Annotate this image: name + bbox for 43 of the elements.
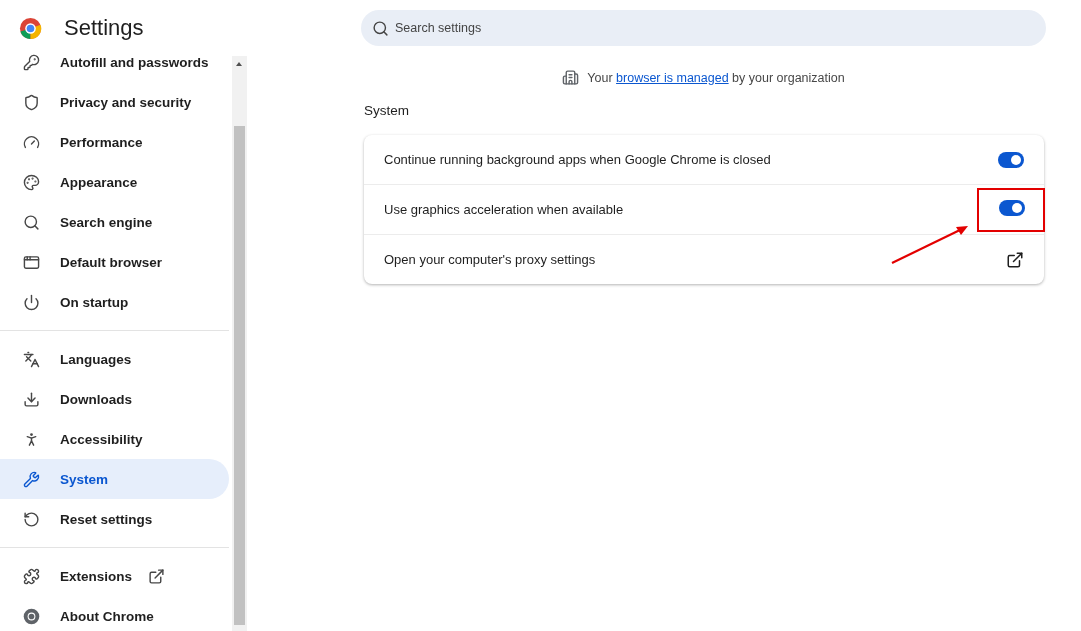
sidebar-item[interactable]: About Chrome bbox=[0, 596, 229, 631]
sidebar-item[interactable]: Appearance bbox=[0, 162, 229, 202]
gauge-icon bbox=[23, 133, 40, 151]
sidebar-item[interactable]: System bbox=[0, 459, 229, 499]
sidebar-item[interactable]: Default browser bbox=[0, 242, 229, 282]
sidebar-item[interactable]: Autofill and passwords bbox=[0, 42, 229, 82]
toggle-switch[interactable] bbox=[998, 151, 1024, 168]
shield-icon bbox=[23, 93, 40, 111]
external-link-icon[interactable] bbox=[1006, 250, 1024, 269]
sidebar-item[interactable]: Extensions bbox=[0, 556, 229, 596]
key-icon bbox=[23, 53, 40, 71]
translate-icon bbox=[23, 350, 40, 368]
managed-link[interactable]: browser is managed bbox=[616, 70, 729, 85]
sidebar-item[interactable]: Search engine bbox=[0, 202, 229, 242]
search-icon bbox=[23, 213, 40, 231]
chrome-logo-icon bbox=[23, 607, 40, 625]
sidebar-item[interactable]: Accessibility bbox=[0, 419, 229, 459]
building-icon bbox=[562, 69, 580, 86]
puzzle-icon bbox=[23, 567, 40, 585]
chrome-logo bbox=[19, 16, 42, 40]
setting-label: Continue running background apps when Google Chrome is closed bbox=[384, 152, 771, 167]
scrollbar-thumb[interactable] bbox=[234, 126, 245, 625]
setting-label: Open your computer's proxy settings bbox=[384, 252, 596, 267]
setting-label: Use graphics acceleration when available bbox=[384, 202, 624, 217]
section-title: System bbox=[364, 103, 410, 118]
window-icon bbox=[23, 253, 40, 271]
toggle-switch[interactable] bbox=[999, 199, 1025, 216]
sidebar-item[interactable]: Reset settings bbox=[0, 499, 229, 539]
sidebar-item[interactable]: On startup bbox=[0, 282, 229, 322]
wrench-icon bbox=[23, 470, 40, 488]
download-icon bbox=[23, 390, 40, 408]
search-field[interactable]: Search settings bbox=[361, 10, 1046, 46]
search-icon bbox=[372, 19, 389, 37]
page-title: Settings bbox=[64, 15, 144, 41]
power-icon bbox=[23, 293, 40, 311]
managed-notice: Your browser is managed by your organization bbox=[587, 70, 845, 85]
reset-icon bbox=[23, 510, 40, 528]
sidebar-item[interactable]: Downloads bbox=[0, 379, 229, 419]
sidebar-item[interactable]: Languages bbox=[0, 339, 229, 379]
sidebar-item[interactable]: Privacy and security bbox=[0, 82, 229, 122]
palette-icon bbox=[23, 173, 40, 191]
sidebar-item[interactable]: Performance bbox=[0, 122, 229, 162]
scroll-up-arrow[interactable] bbox=[236, 62, 242, 66]
